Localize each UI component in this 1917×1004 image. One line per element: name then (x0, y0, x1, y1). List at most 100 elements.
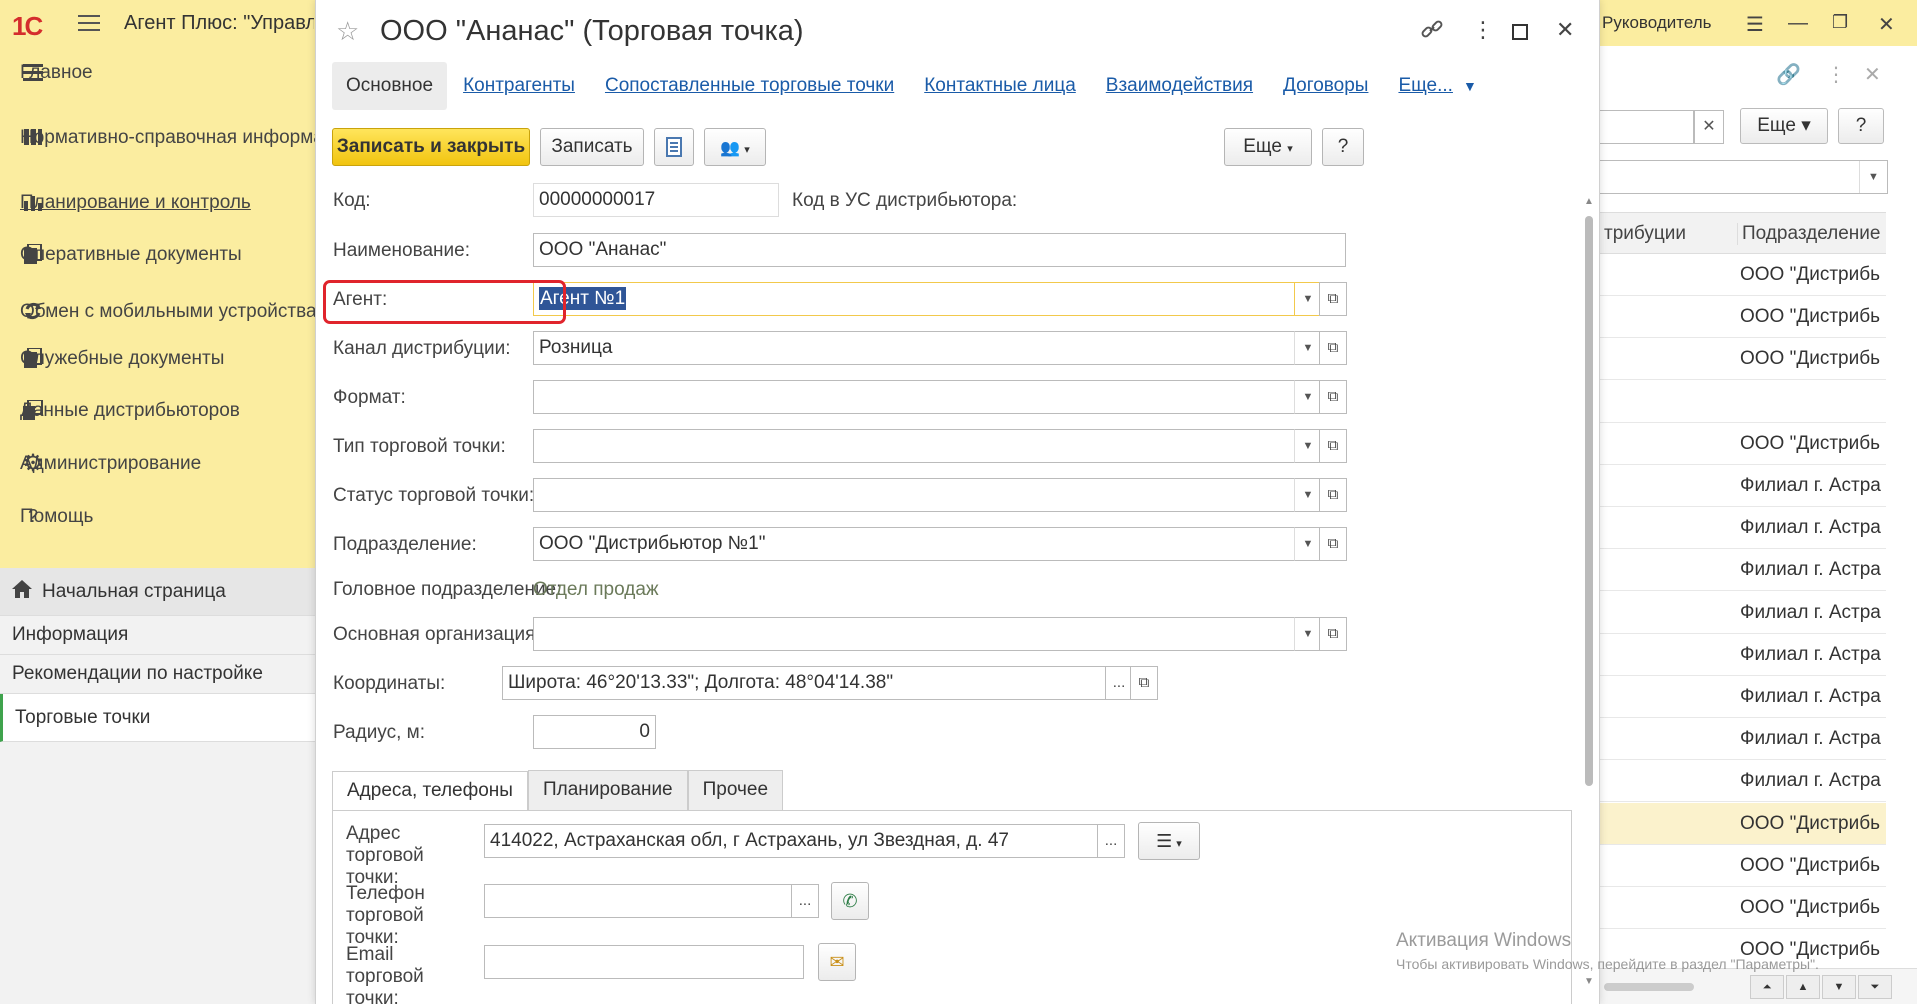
sidebar-item-distributor-data[interactable]: Данные дистрибьюторов (0, 390, 315, 430)
page-down-icon[interactable]: ▼ (1822, 975, 1856, 999)
agent-open-icon[interactable]: ⧉ (1319, 282, 1347, 316)
scroll-up-icon[interactable]: ▲ (1582, 196, 1596, 207)
table-row[interactable]: ООО "Дистрибь (1600, 423, 1886, 465)
table-row[interactable]: ООО "Дистрибь (1600, 296, 1886, 339)
scroll-thumb[interactable] (1604, 983, 1694, 991)
minimize-icon[interactable]: — (1788, 12, 1808, 35)
sidebar-item-reference[interactable]: Нормативно-справочная информация (0, 112, 356, 162)
main-org-dropdown-icon[interactable]: ▼ (1294, 617, 1322, 651)
tab-main[interactable]: Основное (332, 62, 448, 110)
table-row[interactable]: ООО "Дистрибь (1600, 338, 1886, 381)
table-row[interactable]: ООО "Дистрибь (1600, 887, 1886, 929)
table-row[interactable]: Филиал г. Астра (1600, 592, 1886, 634)
address-field[interactable]: 414022, Астраханская обл, г Астрахань, у… (484, 824, 1098, 858)
outlet-status-field[interactable] (533, 478, 1295, 512)
main-org-open-icon[interactable]: ⧉ (1319, 617, 1347, 651)
format-field[interactable] (533, 380, 1295, 414)
outlet-type-dropdown-icon[interactable]: ▼ (1294, 429, 1322, 463)
outlet-type-open-icon[interactable]: ⧉ (1319, 429, 1347, 463)
clear-search-icon[interactable]: ✕ (1694, 110, 1724, 144)
main-org-field[interactable] (533, 617, 1295, 651)
hamburger-menu-icon[interactable] (78, 15, 100, 31)
table-row[interactable]: Филиал г. Астра (1600, 507, 1886, 550)
division-open-icon[interactable]: ⧉ (1319, 527, 1347, 561)
table-row[interactable]: ООО "Дистрибь (1600, 802, 1886, 845)
coordinates-field[interactable]: Широта: 46°20'13.33"; Долгота: 48°04'14.… (502, 666, 1106, 700)
sidebar-item-help[interactable]: ? Помощь (0, 496, 315, 536)
agent-field[interactable]: Агент №1 (533, 282, 1295, 316)
last-page-icon[interactable]: ⏷ (1858, 975, 1892, 999)
call-button[interactable]: ✆ (831, 882, 869, 920)
column-division[interactable]: Подразделение (1737, 223, 1880, 245)
channel-dropdown-icon[interactable]: ▼ (1294, 331, 1322, 365)
format-open-icon[interactable]: ⧉ (1319, 380, 1347, 414)
division-field[interactable]: ООО "Дистрибьютор №1" (533, 527, 1295, 561)
close-icon[interactable]: ✕ (1556, 17, 1574, 43)
save-button[interactable]: Записать (540, 128, 644, 166)
close-icon[interactable]: ✕ (1878, 12, 1895, 37)
subnav-item-home[interactable]: Начальная страница (0, 568, 315, 616)
subnav-item-info[interactable]: Информация (0, 616, 315, 655)
column-channel[interactable]: трибуции (1604, 223, 1686, 245)
settings-lines-icon[interactable]: ☰ (1746, 12, 1764, 37)
more-button[interactable]: Еще ▾ (1224, 128, 1312, 166)
search-input[interactable] (1600, 110, 1694, 144)
more-vertical-icon[interactable]: ⋮ (1472, 17, 1494, 43)
table-row[interactable]: ООО "Дистрибь (1600, 845, 1886, 887)
coordinates-open-icon[interactable]: ⧉ (1130, 666, 1158, 700)
subnav-item-outlets[interactable]: Торговые точки (0, 694, 315, 742)
address-select-icon[interactable]: ... (1097, 824, 1125, 858)
table-row[interactable]: Филиал г. Астра (1600, 634, 1886, 676)
coordinates-select-icon[interactable]: ... (1105, 666, 1133, 700)
sidebar-item-operational-docs[interactable]: Оперативные документы (0, 234, 315, 274)
favorite-star-icon[interactable]: ☆ (336, 16, 359, 47)
subnav-item-recommendations[interactable]: Рекомендации по настройке (0, 655, 315, 694)
tab-interactions[interactable]: Взаимодействия (1106, 75, 1253, 97)
name-field[interactable]: ООО "Ананас" (533, 233, 1346, 267)
page-up-icon[interactable]: ▲ (1786, 975, 1820, 999)
horizontal-scrollbar[interactable]: ⏶ ▲ ▼ ⏷ (1600, 968, 1917, 1004)
table-row[interactable]: Филиал г. Астра (1600, 760, 1886, 803)
vertical-scrollbar[interactable]: ▲ ▼ (1582, 196, 1596, 996)
close-icon[interactable]: ✕ (1864, 62, 1881, 87)
more-vertical-icon[interactable]: ⋮ (1826, 62, 1846, 87)
channel-field[interactable]: Розница (533, 331, 1295, 365)
tab-counterparties[interactable]: Контрагенты (463, 75, 575, 97)
table-row[interactable]: Филиал г. Астра (1600, 465, 1886, 507)
table-row[interactable]: Филиал г. Астра (1600, 549, 1886, 592)
user-role[interactable]: Руководитель (1602, 13, 1712, 33)
format-dropdown-icon[interactable]: ▼ (1294, 380, 1322, 414)
more-button[interactable]: Еще ▾ (1740, 108, 1828, 144)
radius-field[interactable]: 0 (533, 715, 656, 749)
code-field[interactable]: 00000000017 (533, 183, 779, 217)
scroll-down-icon[interactable]: ▼ (1582, 976, 1596, 987)
document-list-button[interactable] (654, 128, 694, 166)
scroll-thumb[interactable] (1585, 216, 1593, 786)
sidebar-item-administration[interactable]: ⚙ Администрирование (0, 443, 315, 483)
table-row[interactable] (1600, 381, 1886, 423)
tab-contracts[interactable]: Договоры (1283, 75, 1368, 97)
table-row[interactable]: Филиал г. Астра (1600, 718, 1886, 761)
send-email-button[interactable]: ✉ (818, 943, 856, 981)
tab-contacts[interactable]: Контактные лица (924, 75, 1076, 97)
outlet-type-field[interactable] (533, 429, 1295, 463)
table-row[interactable]: Филиал г. Астра (1600, 676, 1886, 718)
tab-more[interactable]: Еще... ▼ (1398, 75, 1476, 97)
sidebar-item-mobile-exchange[interactable]: Обмен с мобильными устройствами (0, 286, 340, 336)
first-page-icon[interactable]: ⏶ (1750, 975, 1784, 999)
help-button[interactable]: ? (1322, 128, 1364, 166)
phone-field[interactable] (484, 884, 792, 918)
link-icon[interactable]: 🔗 (1776, 62, 1801, 87)
sidebar-item-service-docs[interactable]: Служебные документы (0, 338, 315, 378)
users-action-button[interactable]: 👥 ▾ (704, 128, 766, 166)
email-field[interactable] (484, 945, 804, 979)
sidebar-item-planning[interactable]: Планирование и контроль (0, 182, 315, 222)
tab-addresses[interactable]: Адреса, телефоны (332, 771, 528, 811)
sidebar-item-main[interactable]: Главное (0, 52, 315, 92)
help-button[interactable]: ? (1838, 108, 1884, 144)
table-row[interactable]: ООО "Дистрибь (1600, 254, 1886, 296)
chevron-down-icon[interactable]: ▼ (1859, 161, 1887, 193)
restore-icon[interactable]: ❐ (1832, 12, 1848, 33)
outlet-status-dropdown-icon[interactable]: ▼ (1294, 478, 1322, 512)
tab-matched-outlets[interactable]: Сопоставленные торговые точки (605, 75, 894, 97)
